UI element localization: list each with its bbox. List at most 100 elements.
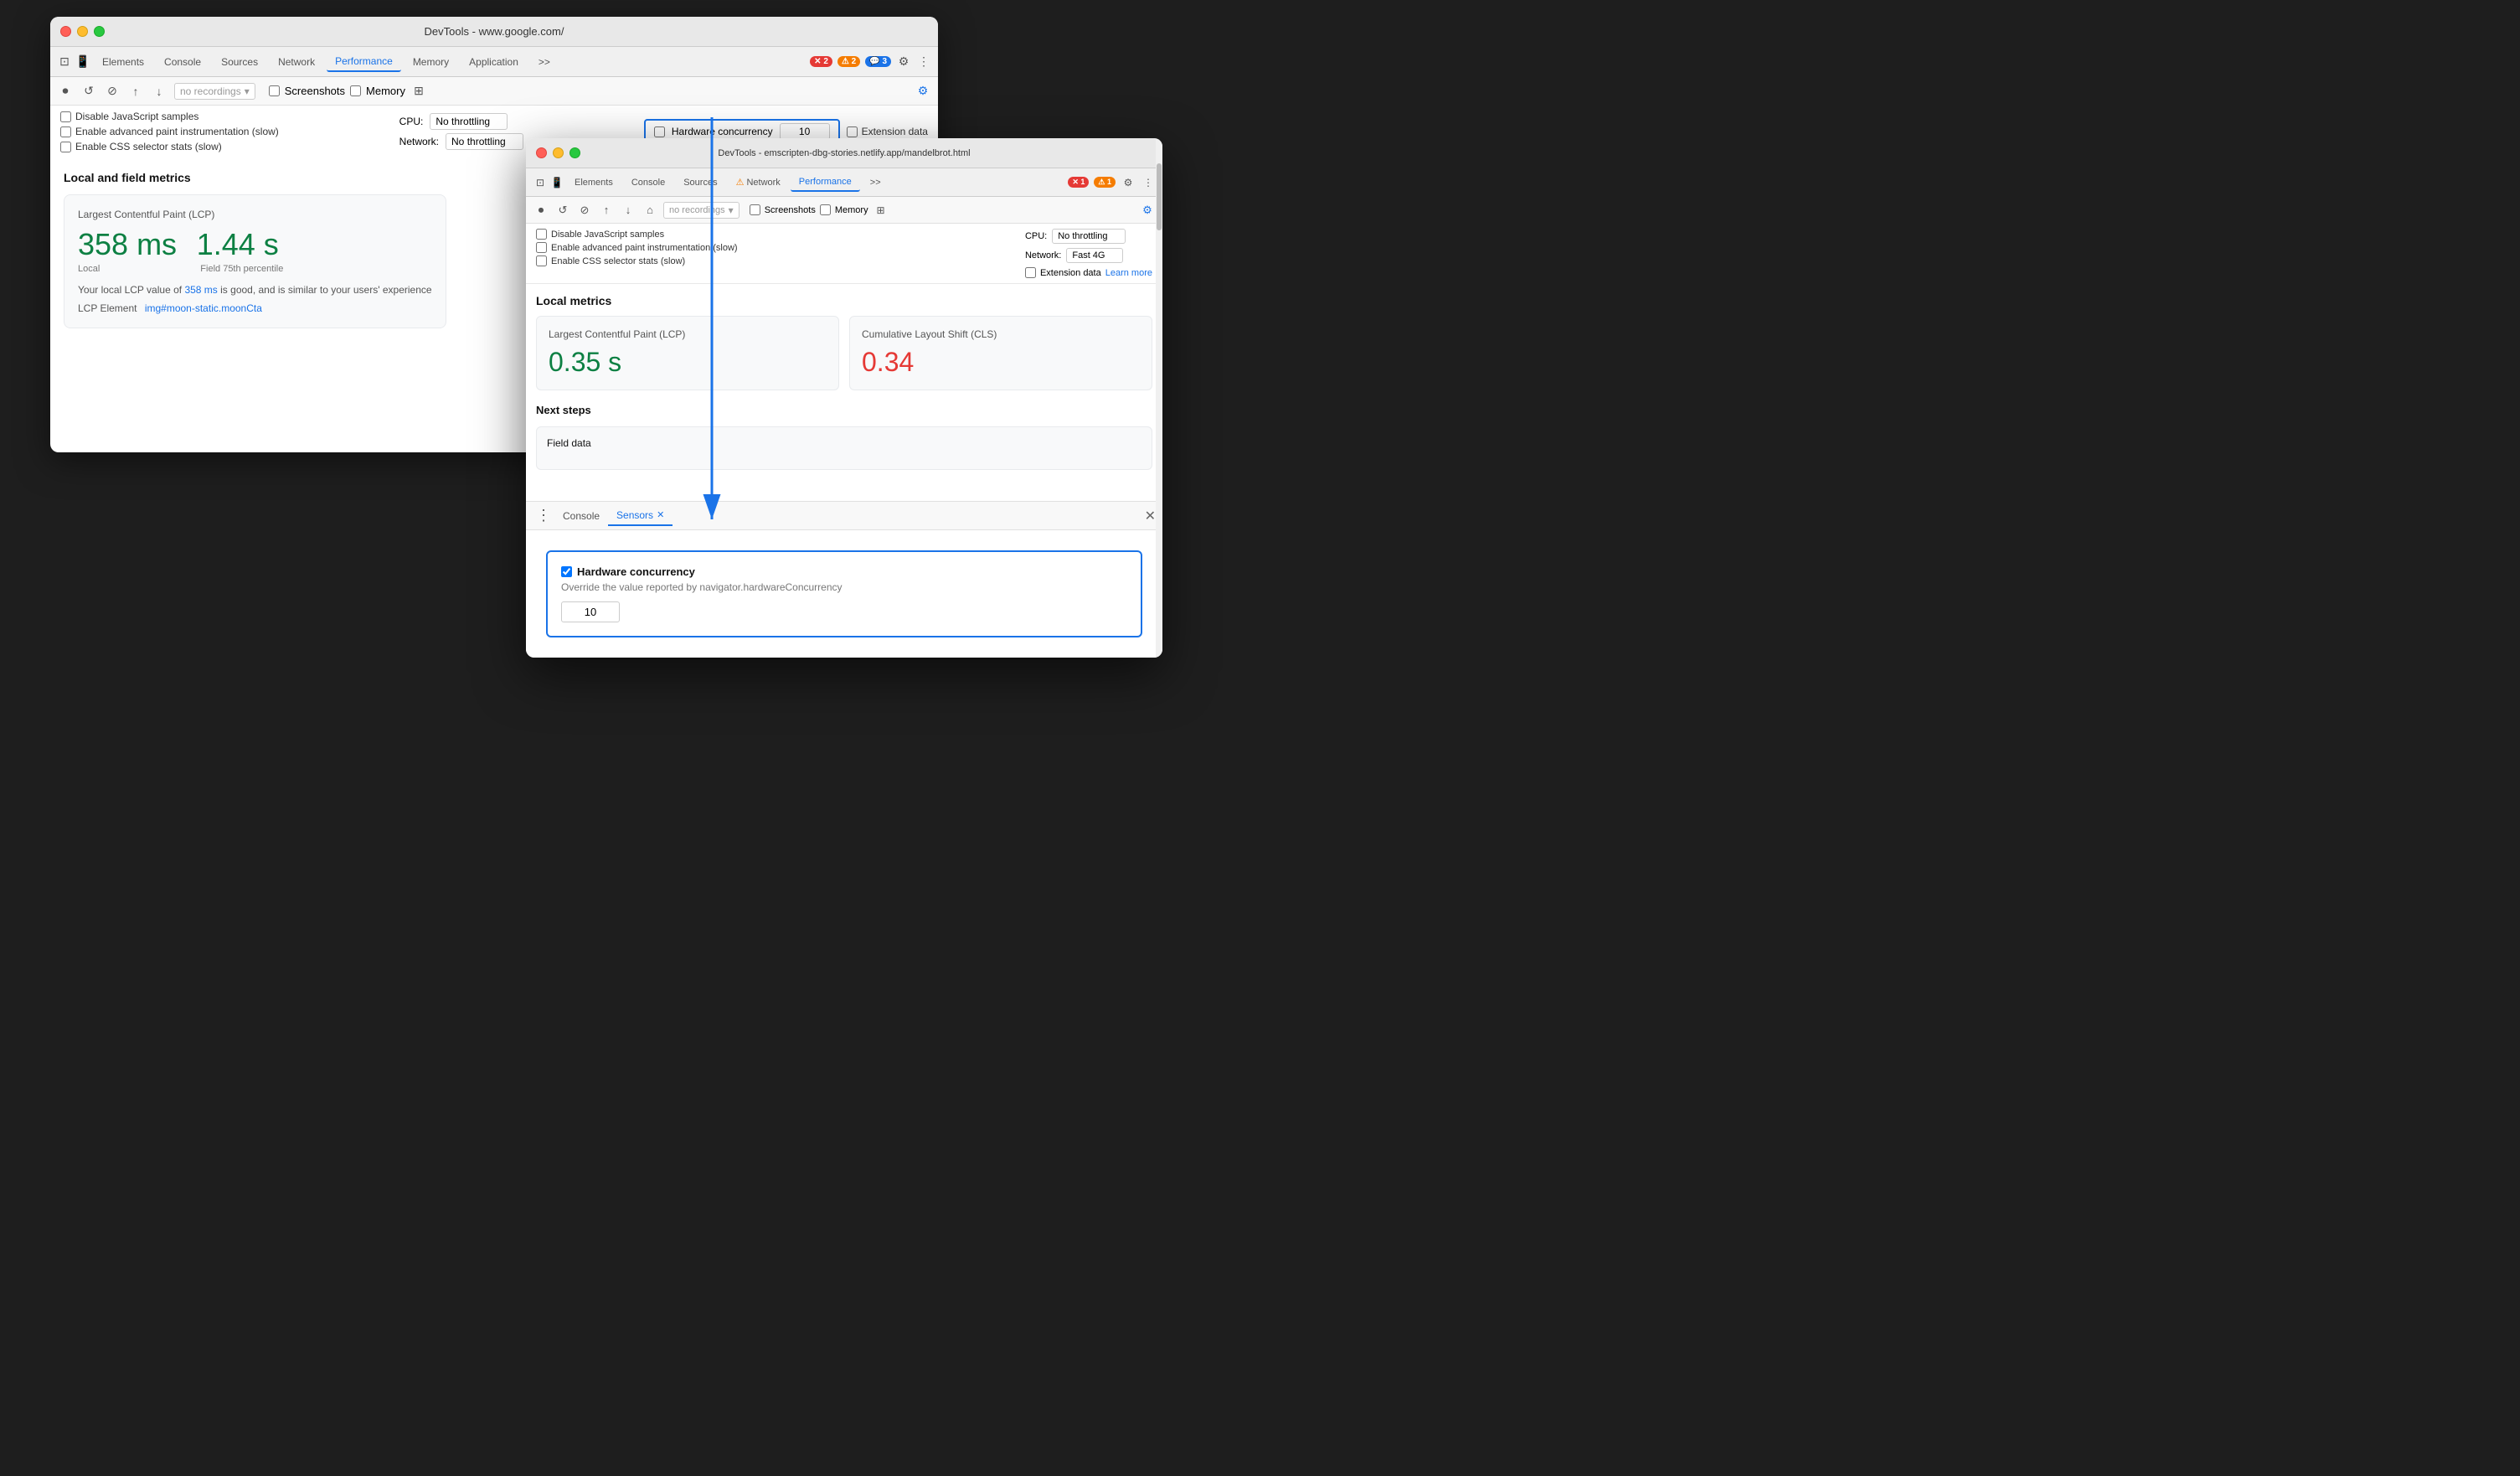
- record-icon-front[interactable]: ⏺: [533, 202, 549, 219]
- hw-concurrency-input-back[interactable]: [780, 123, 830, 140]
- maximize-button-front[interactable]: [569, 147, 580, 158]
- learn-more-link[interactable]: Learn more: [1105, 268, 1152, 278]
- cursor-icon[interactable]: ⊡: [57, 54, 72, 70]
- traffic-lights-front: [536, 147, 580, 158]
- upload-icon-front[interactable]: ↑: [598, 202, 615, 219]
- tab-console-back[interactable]: Console: [156, 53, 209, 71]
- tab-sources-front[interactable]: Sources: [675, 174, 725, 191]
- record-icon-back[interactable]: ⏺: [57, 83, 74, 100]
- more-icon-back[interactable]: ⋮: [916, 54, 931, 70]
- download-icon-back[interactable]: ↓: [151, 83, 167, 100]
- refresh-icon-back[interactable]: ↺: [80, 83, 97, 100]
- tab-memory-back[interactable]: Memory: [405, 53, 457, 71]
- enable-css-checkbox-front[interactable]: [536, 255, 547, 266]
- enable-paint-row-front: Enable advanced paint instrumentation (s…: [536, 242, 738, 253]
- cpu-throttle-select-front[interactable]: No throttling: [1052, 229, 1126, 244]
- tab-network-back[interactable]: Network: [270, 53, 323, 71]
- enable-paint-row-back: Enable advanced paint instrumentation (s…: [60, 126, 279, 137]
- settings-sub-icon-front[interactable]: ⚙: [1139, 202, 1156, 219]
- memory-checkbox-back[interactable]: [350, 85, 361, 96]
- lcp-value-front: 0.35 s: [549, 347, 827, 378]
- traffic-lights-back: [60, 26, 105, 37]
- extension-data-checkbox-front[interactable]: [1025, 267, 1036, 278]
- disable-js-row-back: Disable JavaScript samples: [60, 111, 279, 122]
- disable-js-row-front: Disable JavaScript samples: [536, 229, 738, 240]
- lcp-local-label-back: Local: [78, 264, 100, 274]
- recording-placeholder-back: no recordings: [180, 85, 241, 97]
- settings-icon-back[interactable]: ⚙: [896, 54, 911, 70]
- cls-title-front: Cumulative Layout Shift (CLS): [862, 328, 1140, 340]
- error-badge-back: ✕ 2: [810, 56, 832, 67]
- network-label-front: Network:: [1025, 250, 1061, 261]
- device-icon-front[interactable]: 📱: [549, 175, 564, 190]
- extension-data-row-back: Extension data: [847, 126, 928, 137]
- hw-section-desc: Override the value reported by navigator…: [561, 581, 1127, 593]
- network-throttle-select-front[interactable]: Fast 4G: [1066, 248, 1123, 263]
- maximize-button-back[interactable]: [94, 26, 105, 37]
- tab-elements-back[interactable]: Elements: [94, 53, 152, 71]
- tab-network-front[interactable]: ⚠ Network: [728, 173, 789, 191]
- stop-icon-back[interactable]: ⊘: [104, 83, 121, 100]
- home-icon-front[interactable]: ⌂: [642, 202, 658, 219]
- grid-icon-back[interactable]: ⊞: [410, 83, 427, 100]
- stop-icon-front[interactable]: ⊘: [576, 202, 593, 219]
- minimize-button-front[interactable]: [553, 147, 564, 158]
- settings-sub-icon-back[interactable]: ⚙: [915, 83, 931, 100]
- console-tab[interactable]: Console: [554, 507, 608, 525]
- device-icon[interactable]: 📱: [75, 54, 90, 70]
- recording-select-front[interactable]: no recordings ▾: [663, 202, 740, 219]
- memory-checkbox-front[interactable]: [820, 204, 831, 215]
- metrics-row: Largest Contentful Paint (LCP) 0.35 s Cu…: [536, 316, 1152, 390]
- screenshots-checkbox-back[interactable]: [269, 85, 280, 96]
- tab-more-back[interactable]: >>: [530, 53, 559, 71]
- recording-select-back[interactable]: no recordings ▾: [174, 83, 255, 100]
- tab-application-back[interactable]: Application: [461, 53, 527, 71]
- cursor-icon-front[interactable]: ⊡: [533, 175, 548, 190]
- enable-css-row-front: Enable CSS selector stats (slow): [536, 255, 738, 266]
- grid-icon-front[interactable]: ⊞: [873, 202, 889, 219]
- cpu-throttle-select-back[interactable]: No throttling: [430, 113, 508, 130]
- upload-icon-back[interactable]: ↑: [127, 83, 144, 100]
- hw-concurrency-checkbox-front-sensors[interactable]: [561, 566, 572, 577]
- close-sensors-icon[interactable]: ✕: [657, 509, 664, 520]
- dots-menu[interactable]: ⋮: [533, 507, 554, 524]
- tab-sources-back[interactable]: Sources: [213, 53, 266, 71]
- tab-elements-front[interactable]: Elements: [566, 174, 621, 191]
- close-button-front[interactable]: [536, 147, 547, 158]
- enable-paint-checkbox-back[interactable]: [60, 126, 71, 137]
- tab-performance-front[interactable]: Performance: [791, 173, 860, 192]
- devtools-window-front: DevTools - emscripten-dbg-stories.netlif…: [526, 138, 1162, 658]
- close-panel-icon[interactable]: ✕: [1145, 508, 1156, 524]
- window-title-front: DevTools - emscripten-dbg-stories.netlif…: [718, 148, 970, 158]
- tab-performance-back[interactable]: Performance: [327, 52, 401, 72]
- tab-console-front[interactable]: Console: [623, 174, 673, 191]
- download-icon-front[interactable]: ↓: [620, 202, 636, 219]
- scrollbar-right[interactable]: [1156, 138, 1162, 658]
- hw-concurrency-label-back: Hardware concurrency: [672, 126, 773, 137]
- enable-css-checkbox-back[interactable]: [60, 142, 71, 152]
- cpu-label-back: CPU:: [399, 116, 424, 127]
- cpu-label-front: CPU:: [1025, 231, 1047, 241]
- cls-value-front: 0.34: [862, 347, 1140, 378]
- more-icon-front[interactable]: ⋮: [1141, 175, 1156, 190]
- settings-icon-front[interactable]: ⚙: [1121, 175, 1136, 190]
- screenshots-checkbox-front[interactable]: [750, 204, 760, 215]
- enable-paint-checkbox-front[interactable]: [536, 242, 547, 253]
- hw-concurrency-checkbox-back[interactable]: [654, 126, 665, 137]
- disable-js-checkbox-back[interactable]: [60, 111, 71, 122]
- tab-more-front[interactable]: >>: [862, 174, 889, 191]
- titlebar-back: DevTools - www.google.com/: [50, 17, 938, 47]
- minimize-button-back[interactable]: [77, 26, 88, 37]
- next-steps-section: Next steps Field data: [536, 404, 1152, 470]
- dropdown-arrow-back: ▾: [245, 85, 250, 97]
- extension-data-checkbox-back[interactable]: [847, 126, 858, 137]
- lcp-element-value-back[interactable]: img#moon-static.moonCta: [145, 302, 262, 314]
- hw-concurrency-input-sensors[interactable]: [561, 601, 620, 622]
- close-button-back[interactable]: [60, 26, 71, 37]
- toolbar-icons-front: ✕ 1 ⚠ 1 ⚙ ⋮: [1068, 175, 1156, 190]
- sensors-tab-active[interactable]: Sensors ✕: [608, 506, 673, 526]
- network-throttle-select-back[interactable]: No throttling: [446, 133, 523, 150]
- disable-js-checkbox-front[interactable]: [536, 229, 547, 240]
- refresh-icon-front[interactable]: ↺: [554, 202, 571, 219]
- warning-badge-back: ⚠ 2: [837, 56, 860, 67]
